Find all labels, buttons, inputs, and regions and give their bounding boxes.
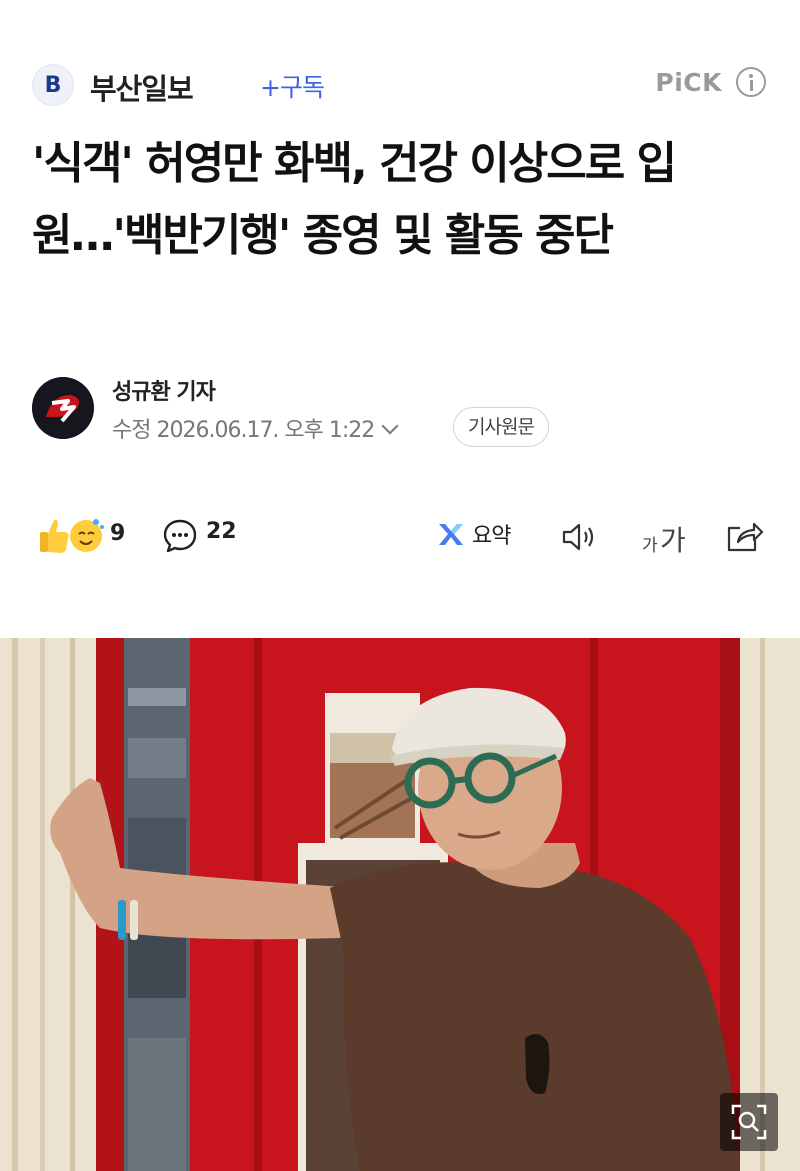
info-icon[interactable] — [736, 67, 766, 97]
press-logo[interactable]: B — [32, 64, 74, 106]
reaction-button[interactable] — [36, 514, 106, 558]
zoom-icon — [731, 1104, 767, 1140]
date-text: 수정 2026.06.17. 오후 1:22 — [112, 418, 375, 443]
summary-label: 요약 — [472, 524, 511, 549]
press-logo-letter: B — [44, 72, 62, 98]
avatar[interactable] — [32, 377, 94, 439]
speech-bubble-icon[interactable] — [162, 518, 198, 554]
share-icon[interactable] — [724, 518, 764, 554]
font-size-button[interactable]: 가 가 — [642, 517, 692, 557]
pick-badge: PiCK — [655, 68, 722, 97]
chevron-down-icon[interactable] — [381, 417, 399, 435]
font-size-large-label: 가 — [660, 524, 686, 557]
reaction-count: 9 — [110, 521, 126, 546]
article-action-bar: 9 22 요약 가 가 — [32, 514, 768, 560]
zoom-button[interactable] — [720, 1093, 778, 1151]
article-date[interactable]: 수정 2026.06.17. 오후 1:22 — [112, 412, 399, 444]
author-name[interactable]: 성규환 기자 — [112, 374, 216, 406]
ai-summary-icon — [439, 524, 463, 545]
speaker-icon[interactable] — [560, 520, 600, 554]
press-name[interactable]: 부산일보 — [90, 66, 194, 108]
article-headline: '식객' 허영만 화백, 건강 이상으로 입원…'백반기행' 종영 및 활동 중… — [32, 138, 677, 261]
comment-count[interactable]: 22 — [206, 519, 237, 544]
summary-button[interactable]: 요약 — [436, 518, 511, 550]
original-article-button[interactable]: 기사원문 — [453, 407, 549, 447]
font-size-small-label: 가 — [642, 536, 658, 556]
article-photo[interactable] — [0, 638, 800, 1171]
press-header: B 부산일보 +구독 PiCK — [32, 62, 768, 106]
avatar-image — [32, 377, 94, 439]
thumbs-up-emoji-icon — [40, 519, 104, 553]
portrait-photo — [0, 638, 800, 1171]
subscribe-button[interactable]: +구독 — [260, 68, 325, 104]
